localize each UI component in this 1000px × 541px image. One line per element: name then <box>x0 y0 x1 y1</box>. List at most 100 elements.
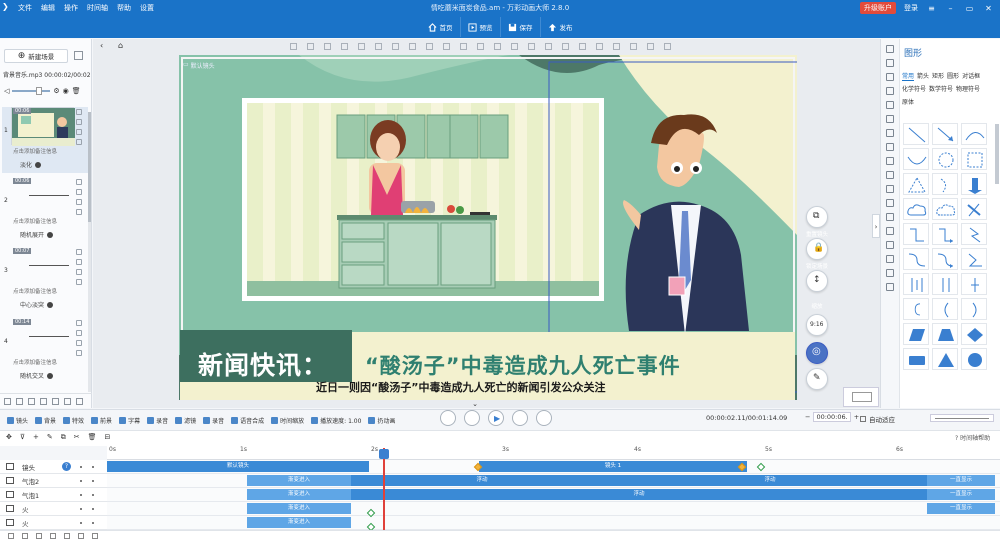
star-icon[interactable] <box>76 279 82 285</box>
zoom-in-icon[interactable]: + <box>854 413 859 421</box>
play-icon[interactable] <box>47 372 54 379</box>
edit-button[interactable]: ✎ <box>806 368 828 390</box>
time-scale-tool[interactable]: 时间缩放 <box>271 416 304 425</box>
drop-icon[interactable] <box>886 269 894 277</box>
filter-icon[interactable]: ⊽ <box>20 433 25 442</box>
lock-dot[interactable] <box>92 493 94 496</box>
shape-bracket-pipe[interactable] <box>932 273 958 295</box>
minimap[interactable] <box>843 387 879 407</box>
shape-brace-left[interactable] <box>903 298 929 320</box>
code-icon[interactable] <box>886 255 894 263</box>
video-icon[interactable] <box>886 143 894 151</box>
undo-icon[interactable] <box>630 42 637 50</box>
fire-icon[interactable] <box>886 87 894 95</box>
shape-bracket-x[interactable] <box>961 273 987 295</box>
edit-icon[interactable]: ✎ <box>47 433 53 442</box>
shape-triangle[interactable] <box>932 348 958 370</box>
copy-icon[interactable] <box>76 249 82 255</box>
camera-label[interactable]: ▭ 默认镜头 <box>183 61 215 70</box>
subtitle-tool[interactable]: 字幕 <box>119 416 140 425</box>
down-arrow-icon[interactable] <box>52 397 59 405</box>
lock-scene-button[interactable]: 🔒 <box>806 238 828 260</box>
effect-tool[interactable]: 特效 <box>63 416 84 425</box>
close-icon[interactable]: ✕ <box>983 4 994 13</box>
publish-button[interactable]: 发布 <box>541 17 580 37</box>
plus-icon[interactable]: + <box>33 433 39 442</box>
timeline-bar[interactable]: 渐变进入 <box>247 517 351 528</box>
scene-list-icon[interactable] <box>74 51 83 60</box>
shape-s-arrow[interactable] <box>932 248 958 270</box>
visibility-dot[interactable] <box>80 507 82 510</box>
tts-tool[interactable]: 语音合成 <box>231 416 264 425</box>
maximize-icon[interactable]: ▭ <box>964 4 975 13</box>
layers-icon[interactable] <box>886 185 894 193</box>
shape-zigzag[interactable] <box>961 223 987 245</box>
shape-rectangle[interactable] <box>903 348 929 370</box>
collapse-timeline-icon[interactable]: ⌄ <box>467 400 483 408</box>
category-chemistry[interactable]: 化学符号 <box>902 86 926 93</box>
timeline-bar[interactable]: 一直显示 <box>927 475 995 486</box>
up-icon[interactable] <box>50 533 56 539</box>
timeline-bar[interactable]: 渐变进入 <box>247 489 351 500</box>
background-tool[interactable]: 背景 <box>35 416 56 425</box>
background-music[interactable]: 背景音乐.mp3 00:00:02/00:02:44 <box>3 70 91 79</box>
playhead[interactable] <box>383 448 385 541</box>
shape-icon[interactable] <box>886 45 894 53</box>
shape-s-line[interactable] <box>961 248 987 270</box>
delete-icon[interactable]: 🗑 <box>88 433 97 442</box>
delete-icon[interactable] <box>76 269 82 275</box>
delete-icon[interactable] <box>76 340 82 346</box>
grid-icon[interactable] <box>596 42 603 50</box>
scene-item-3[interactable]: 3 00:07 点击添加备注信息 中心淡突 <box>2 247 88 313</box>
filter-tool[interactable]: 滤镜 <box>175 416 196 425</box>
bubble-icon[interactable] <box>886 115 894 123</box>
edit-icon[interactable] <box>76 119 82 125</box>
play-icon[interactable] <box>35 161 42 168</box>
lock-dot[interactable] <box>92 465 94 468</box>
play-icon[interactable] <box>47 231 54 238</box>
import-icon[interactable] <box>4 397 11 405</box>
shape-arrow-down[interactable] <box>961 173 987 195</box>
scene-item-2[interactable]: 2 00:06 点击添加备注信息 随机展开 <box>2 177 88 243</box>
play-icon[interactable] <box>47 301 54 308</box>
lock-dot[interactable] <box>92 507 94 510</box>
shape-cloud[interactable] <box>903 198 929 220</box>
timeline-bar[interactable]: 浮动 <box>351 475 613 486</box>
voice-record-tool[interactable]: 录音 <box>203 416 224 425</box>
shape-cloud-outline[interactable] <box>932 198 958 220</box>
collapse-right-icon[interactable]: › <box>872 214 880 238</box>
timeline-bar[interactable]: 一直显示 <box>927 489 995 500</box>
category-arrow[interactable]: 箭头 <box>917 73 929 80</box>
copy-icon[interactable] <box>511 42 518 50</box>
timeline-bar[interactable]: 浮动 <box>613 475 927 486</box>
foreground-tool[interactable]: 前景 <box>91 416 112 425</box>
shape-bracket-bar[interactable] <box>903 273 929 295</box>
zoom-button[interactable]: ↕ <box>806 270 828 292</box>
duplicate-icon[interactable] <box>579 42 586 50</box>
track-row[interactable]: 气泡1 <box>0 488 107 502</box>
shape-curve[interactable] <box>903 148 929 170</box>
keyframe-diamond[interactable] <box>756 462 766 472</box>
category-dialog[interactable]: 对话框 <box>962 73 980 80</box>
copy-icon[interactable]: ⧉ <box>61 433 66 442</box>
play-speed-tool[interactable]: 播放速度: 1.00 <box>311 416 361 425</box>
shape-dashed-circle[interactable] <box>932 148 958 170</box>
shape-s-curve[interactable] <box>903 248 929 270</box>
distribute-v-icon[interactable] <box>409 42 416 50</box>
help-icon[interactable]: ? <box>62 462 71 471</box>
folder-icon[interactable] <box>886 171 894 179</box>
shape-scrollbar[interactable] <box>995 124 999 184</box>
edit-icon[interactable] <box>76 189 82 195</box>
upgrade-button[interactable]: 升级账户 <box>860 2 896 14</box>
home-button[interactable]: 首页 <box>421 17 461 37</box>
delete-icon[interactable] <box>76 129 82 135</box>
track-row[interactable]: 气泡2 <box>0 474 107 488</box>
star-icon[interactable] <box>76 139 82 145</box>
shape-parallelogram[interactable] <box>903 323 929 345</box>
visibility-dot[interactable] <box>80 521 82 524</box>
align-middle-icon[interactable] <box>358 42 365 50</box>
shape-thick-arrow[interactable] <box>961 198 987 220</box>
shake-tool[interactable]: 扔动画 <box>368 416 395 425</box>
rewind-button[interactable] <box>464 410 480 426</box>
volume-icon[interactable]: ◁ <box>4 87 9 95</box>
